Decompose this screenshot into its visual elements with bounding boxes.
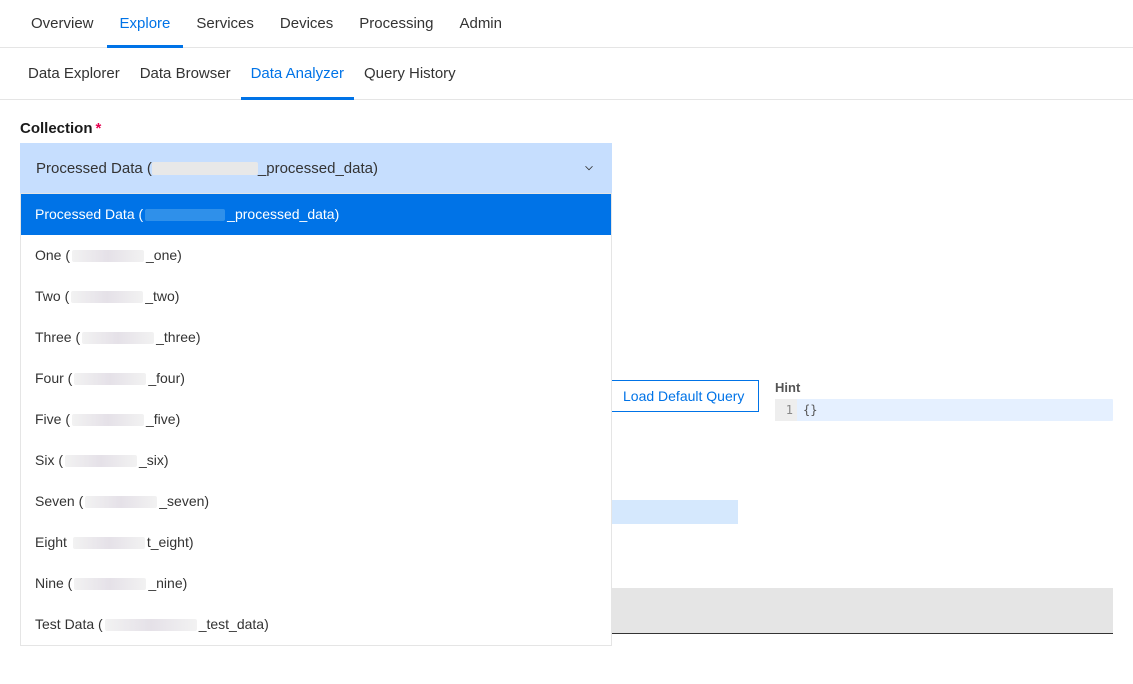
masked-text <box>71 291 143 303</box>
masked-text <box>73 537 145 549</box>
sub-nav: Data Explorer Data Browser Data Analyzer… <box>0 48 1133 100</box>
secondary-highlight <box>608 500 738 524</box>
nav-processing[interactable]: Processing <box>346 0 446 48</box>
masked-text <box>82 332 154 344</box>
collection-selected-value: Processed Data (_processed_data) <box>36 160 378 177</box>
collection-label: Collection* <box>20 120 1113 137</box>
dropdown-option[interactable]: Five (_five) <box>21 399 611 440</box>
results-header-bar <box>608 588 1113 634</box>
collection-select-wrap: Processed Data (_processed_data) Process… <box>20 143 612 193</box>
dropdown-option[interactable]: Six (_six) <box>21 440 611 481</box>
masked-text <box>105 619 197 631</box>
hint-panel: Hint 1 {} <box>775 380 1113 421</box>
dropdown-option[interactable]: Four (_four) <box>21 358 611 399</box>
dropdown-option[interactable]: Eight t_eight) <box>21 522 611 563</box>
nav-explore[interactable]: Explore <box>107 0 184 48</box>
masked-text <box>74 373 146 385</box>
masked-text <box>145 209 225 221</box>
masked-text <box>72 414 144 426</box>
dropdown-option[interactable]: Three (_three) <box>21 317 611 358</box>
hint-label: Hint <box>775 380 1113 395</box>
masked-text <box>65 455 137 467</box>
masked-text <box>74 578 146 590</box>
code-gutter-line-number-1: 1 <box>775 399 797 421</box>
dropdown-option[interactable]: One (_one) <box>21 235 611 276</box>
dropdown-option[interactable]: Processed Data (_processed_data) <box>21 194 611 235</box>
masked-text <box>152 162 258 175</box>
tab-data-browser[interactable]: Data Browser <box>130 48 241 100</box>
tab-data-analyzer[interactable]: Data Analyzer <box>241 48 354 100</box>
content-area: Collection* Processed Data (_processed_d… <box>0 100 1133 193</box>
chevron-down-icon <box>582 161 596 175</box>
nav-admin[interactable]: Admin <box>446 0 515 48</box>
masked-text <box>72 250 144 262</box>
required-marker: * <box>96 120 102 137</box>
top-nav: Overview Explore Services Devices Proces… <box>0 0 1133 48</box>
dropdown-option[interactable]: Nine (_nine) <box>21 563 611 604</box>
hint-code-editor[interactable]: 1 {} <box>775 399 1113 421</box>
nav-overview[interactable]: Overview <box>18 0 107 48</box>
dropdown-option[interactable]: Two (_two) <box>21 276 611 317</box>
nav-devices[interactable]: Devices <box>267 0 346 48</box>
nav-services[interactable]: Services <box>183 0 267 48</box>
load-default-query-button[interactable]: Load Default Query <box>608 380 759 412</box>
code-line-1: {} <box>797 399 1113 421</box>
tab-data-explorer[interactable]: Data Explorer <box>18 48 130 100</box>
collection-dropdown[interactable]: Processed Data (_processed_data) One (_o… <box>20 193 612 646</box>
collection-select[interactable]: Processed Data (_processed_data) <box>20 143 612 193</box>
dropdown-option[interactable]: Test Data (_test_data) <box>21 604 611 645</box>
dropdown-option[interactable]: Seven (_seven) <box>21 481 611 522</box>
masked-text <box>85 496 157 508</box>
tab-query-history[interactable]: Query History <box>354 48 466 100</box>
